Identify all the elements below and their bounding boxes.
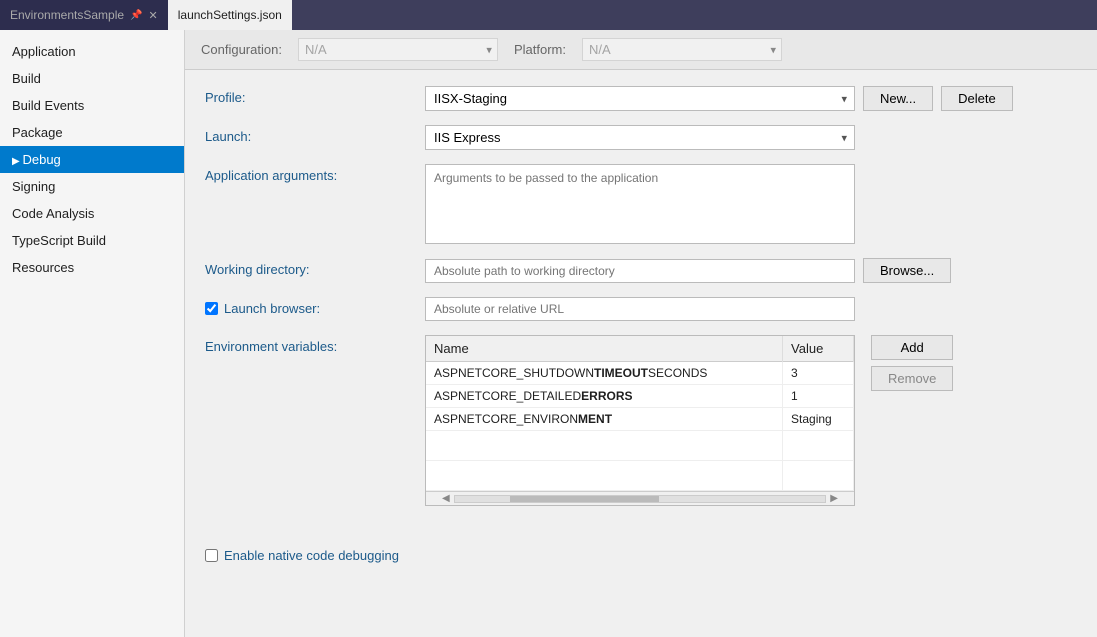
profile-label: Profile:	[205, 86, 425, 105]
native-debug-checkbox[interactable]	[205, 549, 218, 562]
browse-button[interactable]: Browse...	[863, 258, 951, 283]
env-value-cell: 3	[783, 362, 854, 385]
env-scrollbar: ◀ ▶	[426, 491, 854, 505]
table-row[interactable]: ASPNETCORE_DETAILEDERRORS 1	[426, 385, 854, 408]
env-name-cell: ASPNETCORE_DETAILEDERRORS	[426, 385, 783, 408]
sidebar-item-application[interactable]: Application	[0, 38, 184, 65]
sidebar-item-debug[interactable]: Debug	[0, 146, 184, 173]
scroll-track[interactable]	[454, 495, 827, 503]
content-area: Configuration: N/A Platform: N/A Profile…	[185, 30, 1097, 637]
env-vars-label: Environment variables:	[205, 335, 425, 354]
config-bar: Configuration: N/A Platform: N/A	[185, 30, 1097, 70]
launch-row: Launch: IIS Express	[205, 125, 1077, 150]
table-row[interactable]: ASPNETCORE_ENVIRONMENT Staging	[426, 408, 854, 431]
app-args-label: Application arguments:	[205, 164, 425, 183]
platform-label: Platform:	[514, 42, 566, 57]
working-dir-label: Working directory:	[205, 258, 425, 277]
scroll-left-arrow[interactable]: ◀	[442, 493, 450, 504]
configuration-select-wrapper: N/A	[298, 38, 498, 61]
env-col-value: Value	[783, 336, 854, 362]
env-name-cell: ASPNETCORE_SHUTDOWNTIMEOUTSECONDS	[426, 362, 783, 385]
remove-button[interactable]: Remove	[871, 366, 953, 391]
tab-label: EnvironmentsSample	[10, 8, 124, 22]
launch-select-wrap: IIS Express	[425, 125, 855, 150]
working-dir-input[interactable]	[425, 259, 855, 283]
launch-select[interactable]: IIS Express	[425, 125, 855, 150]
profile-control-area: IISX-Staging New... Delete	[425, 86, 1077, 111]
env-table: Name Value ASPNETCORE_SHUTDOWNTIMEOUTSEC…	[426, 336, 854, 491]
env-table-container: Name Value ASPNETCORE_SHUTDOWNTIMEOUTSEC…	[425, 335, 855, 506]
launch-browser-row: Launch browser:	[205, 297, 1077, 321]
env-vars-control-area: Name Value ASPNETCORE_SHUTDOWNTIMEOUTSEC…	[425, 335, 1077, 506]
sidebar: Application Build Build Events Package D…	[0, 30, 185, 637]
launch-control-area: IIS Express	[425, 125, 1077, 150]
delete-button[interactable]: Delete	[941, 86, 1013, 111]
add-button[interactable]: Add	[871, 335, 953, 360]
pin-icon[interactable]: 📌	[130, 10, 142, 21]
native-debug-row: Enable native code debugging	[185, 536, 1097, 575]
app-args-row: Application arguments:	[205, 164, 1077, 244]
sidebar-item-code-analysis[interactable]: Code Analysis	[0, 200, 184, 227]
tab-label: launchSettings.json	[178, 8, 282, 22]
tab-launch-settings[interactable]: launchSettings.json	[168, 0, 292, 30]
configuration-label: Configuration:	[201, 42, 282, 57]
configuration-select[interactable]: N/A	[298, 38, 498, 61]
tab-environments-sample[interactable]: EnvironmentsSample 📌 ✕	[0, 0, 168, 30]
table-row-empty[interactable]	[426, 431, 854, 461]
profile-select[interactable]: IISX-Staging	[425, 86, 855, 111]
table-row[interactable]: ASPNETCORE_SHUTDOWNTIMEOUTSECONDS 3	[426, 362, 854, 385]
working-dir-control-area: Browse...	[425, 258, 1077, 283]
profile-select-wrap: IISX-Staging	[425, 86, 855, 111]
working-dir-row: Working directory: Browse...	[205, 258, 1077, 283]
sidebar-item-resources[interactable]: Resources	[0, 254, 184, 281]
scroll-thumb	[510, 496, 658, 502]
main-container: Application Build Build Events Package D…	[0, 30, 1097, 637]
profile-row: Profile: IISX-Staging New... Delete	[205, 86, 1077, 111]
launch-browser-control-area	[425, 297, 1077, 321]
env-value-cell: Staging	[783, 408, 854, 431]
launch-browser-label-area: Launch browser:	[205, 297, 425, 316]
close-icon[interactable]: ✕	[149, 9, 158, 22]
platform-select[interactable]: N/A	[582, 38, 782, 61]
sidebar-item-typescript-build[interactable]: TypeScript Build	[0, 227, 184, 254]
launch-browser-url-input[interactable]	[425, 297, 855, 321]
app-args-textarea[interactable]	[425, 164, 855, 244]
sidebar-item-build[interactable]: Build	[0, 65, 184, 92]
launch-label: Launch:	[205, 125, 425, 144]
form-area: Profile: IISX-Staging New... Delete Laun…	[185, 70, 1097, 536]
launch-browser-label: Launch browser:	[224, 301, 320, 316]
title-bar: EnvironmentsSample 📌 ✕ launchSettings.js…	[0, 0, 1097, 30]
env-value-cell: 1	[783, 385, 854, 408]
table-row-empty[interactable]	[426, 461, 854, 491]
app-args-control-area	[425, 164, 1077, 244]
sidebar-item-signing[interactable]: Signing	[0, 173, 184, 200]
platform-select-wrapper: N/A	[582, 38, 782, 61]
native-debug-label: Enable native code debugging	[224, 548, 399, 563]
env-col-name: Name	[426, 336, 783, 362]
scroll-right-arrow[interactable]: ▶	[830, 493, 838, 504]
env-buttons-area: Add Remove	[871, 335, 953, 391]
sidebar-item-package[interactable]: Package	[0, 119, 184, 146]
env-name-cell: ASPNETCORE_ENVIRONMENT	[426, 408, 783, 431]
new-button[interactable]: New...	[863, 86, 933, 111]
launch-browser-checkbox[interactable]	[205, 302, 218, 315]
sidebar-item-build-events[interactable]: Build Events	[0, 92, 184, 119]
env-vars-row: Environment variables: Name Value	[205, 335, 1077, 506]
